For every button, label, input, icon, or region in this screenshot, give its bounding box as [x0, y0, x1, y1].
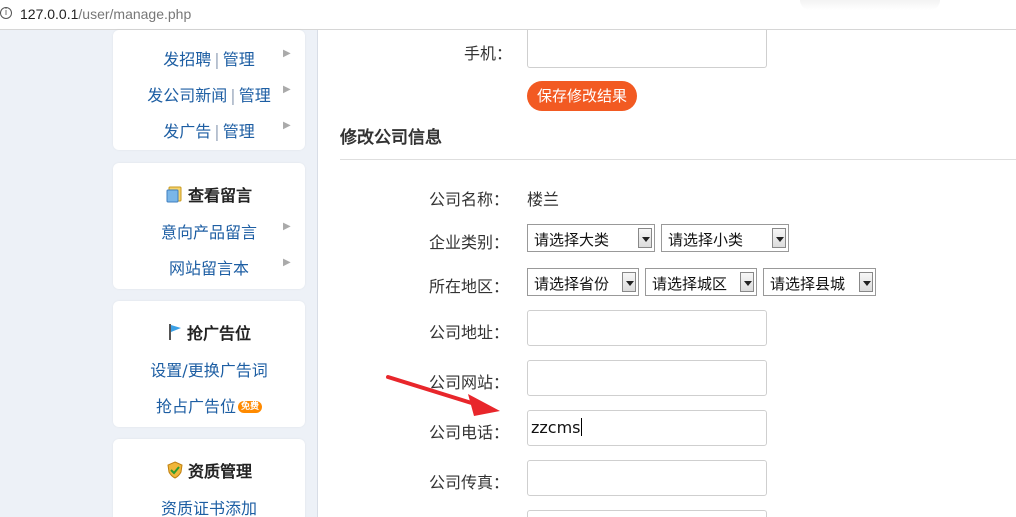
qualification-panel: 资质管理 资质证书添加: [113, 439, 305, 517]
sidebar-item-grab-ad-space[interactable]: 抢占广告位 免费: [113, 393, 305, 417]
dropdown-arrow-icon: [772, 228, 786, 248]
category-minor-select[interactable]: 请选择小类: [661, 224, 789, 252]
manage-recruit-link[interactable]: 管理: [223, 50, 255, 69]
mobile-label: 手机：: [464, 44, 513, 63]
text-caret: [580, 418, 582, 436]
chevron-right-icon: ▶: [283, 257, 291, 268]
tab-shadow: [800, 0, 940, 10]
chevron-right-icon: ▶: [283, 48, 291, 59]
address-label: 公司地址：: [429, 323, 510, 342]
city-select[interactable]: 请选择城区: [645, 268, 757, 296]
dropdown-arrow-icon: [622, 272, 636, 292]
website-field[interactable]: [527, 360, 767, 396]
mobile-field[interactable]: [527, 30, 767, 68]
manage-ad-link[interactable]: 管理: [223, 122, 255, 141]
company-name-value: 楼兰: [527, 190, 560, 209]
dropdown-arrow-icon: [740, 272, 754, 292]
sidebar-item-guestbook[interactable]: 网站留言本 ▶: [113, 255, 305, 279]
url-host: 127.0.0.1: [20, 6, 79, 22]
post-recruit-link[interactable]: 发招聘: [163, 50, 211, 69]
sidebar-item-add-certificate[interactable]: 资质证书添加: [113, 495, 305, 517]
manage-news-link[interactable]: 管理: [239, 86, 271, 105]
phone-value: zzcms: [531, 418, 581, 437]
next-field[interactable]: [527, 510, 767, 517]
chevron-right-icon: ▶: [283, 84, 291, 95]
address-bar[interactable]: i 127.0.0.1/user/manage.php: [0, 0, 1016, 30]
sidebar-item-recruit: 发招聘 | 管理 ▶: [113, 46, 305, 70]
phone-field[interactable]: zzcms: [527, 410, 767, 446]
flag-icon: [167, 323, 183, 345]
url-path: /user/manage.php: [78, 6, 192, 22]
main-content: 手机： 保存修改结果 修改公司信息 公司名称： 楼兰 企业类别： 请选择大类 请…: [318, 30, 1016, 517]
fax-field[interactable]: [527, 460, 767, 496]
post-news-link[interactable]: 发公司新闻: [147, 86, 227, 105]
sidebar-item-news: 发公司新闻 | 管理 ▶: [113, 82, 305, 106]
chevron-right-icon: ▶: [283, 120, 291, 131]
dropdown-arrow-icon: [859, 272, 873, 292]
dropdown-arrow-icon: [638, 228, 652, 248]
section-title: 修改公司信息: [340, 128, 442, 148]
sidebar-item-ads: 发广告 | 管理 ▶: [113, 118, 305, 142]
sidebar: 发招聘 | 管理 ▶ 发公司新闻 | 管理 ▶ 发广告 | 管理 ▶ 查看留言 意向产品留言…: [0, 30, 318, 517]
adspace-panel: 抢广告位 设置/更换广告词 抢占广告位 免费: [113, 301, 305, 427]
company-name-label: 公司名称：: [429, 190, 510, 209]
category-label: 企业类别：: [429, 233, 510, 252]
shield-icon: [166, 461, 184, 483]
separator: |: [230, 86, 236, 105]
phone-label: 公司电话：: [429, 423, 510, 442]
publish-panel: 发招聘 | 管理 ▶ 发公司新闻 | 管理 ▶ 发广告 | 管理 ▶: [113, 30, 305, 150]
url-text[interactable]: 127.0.0.1/user/manage.php: [20, 6, 191, 22]
province-select[interactable]: 请选择省份: [527, 268, 639, 296]
fax-label: 公司传真：: [429, 473, 510, 492]
county-select[interactable]: 请选择县城: [763, 268, 876, 296]
region-label: 所在地区：: [429, 277, 510, 296]
adspace-title: 抢广告位: [113, 320, 305, 345]
category-major-select[interactable]: 请选择大类: [527, 224, 655, 252]
sidebar-item-set-ad-words[interactable]: 设置/更换广告词: [113, 357, 305, 381]
qualification-title: 资质管理: [113, 458, 305, 483]
chevron-right-icon: ▶: [283, 221, 291, 232]
address-field[interactable]: [527, 310, 767, 346]
divider: [340, 159, 1016, 160]
message-folder-icon: [166, 186, 184, 207]
free-badge: 免费: [238, 401, 263, 413]
site-info-icon[interactable]: i: [0, 7, 12, 19]
messages-panel: 查看留言 意向产品留言 ▶ 网站留言本 ▶: [113, 163, 305, 289]
sidebar-item-product-messages[interactable]: 意向产品留言 ▶: [113, 219, 305, 243]
separator: |: [214, 122, 220, 141]
save-changes-button[interactable]: 保存修改结果: [527, 81, 637, 111]
website-label: 公司网站：: [429, 373, 510, 392]
messages-title: 查看留言: [113, 182, 305, 207]
separator: |: [214, 50, 220, 69]
post-ad-link[interactable]: 发广告: [163, 122, 211, 141]
